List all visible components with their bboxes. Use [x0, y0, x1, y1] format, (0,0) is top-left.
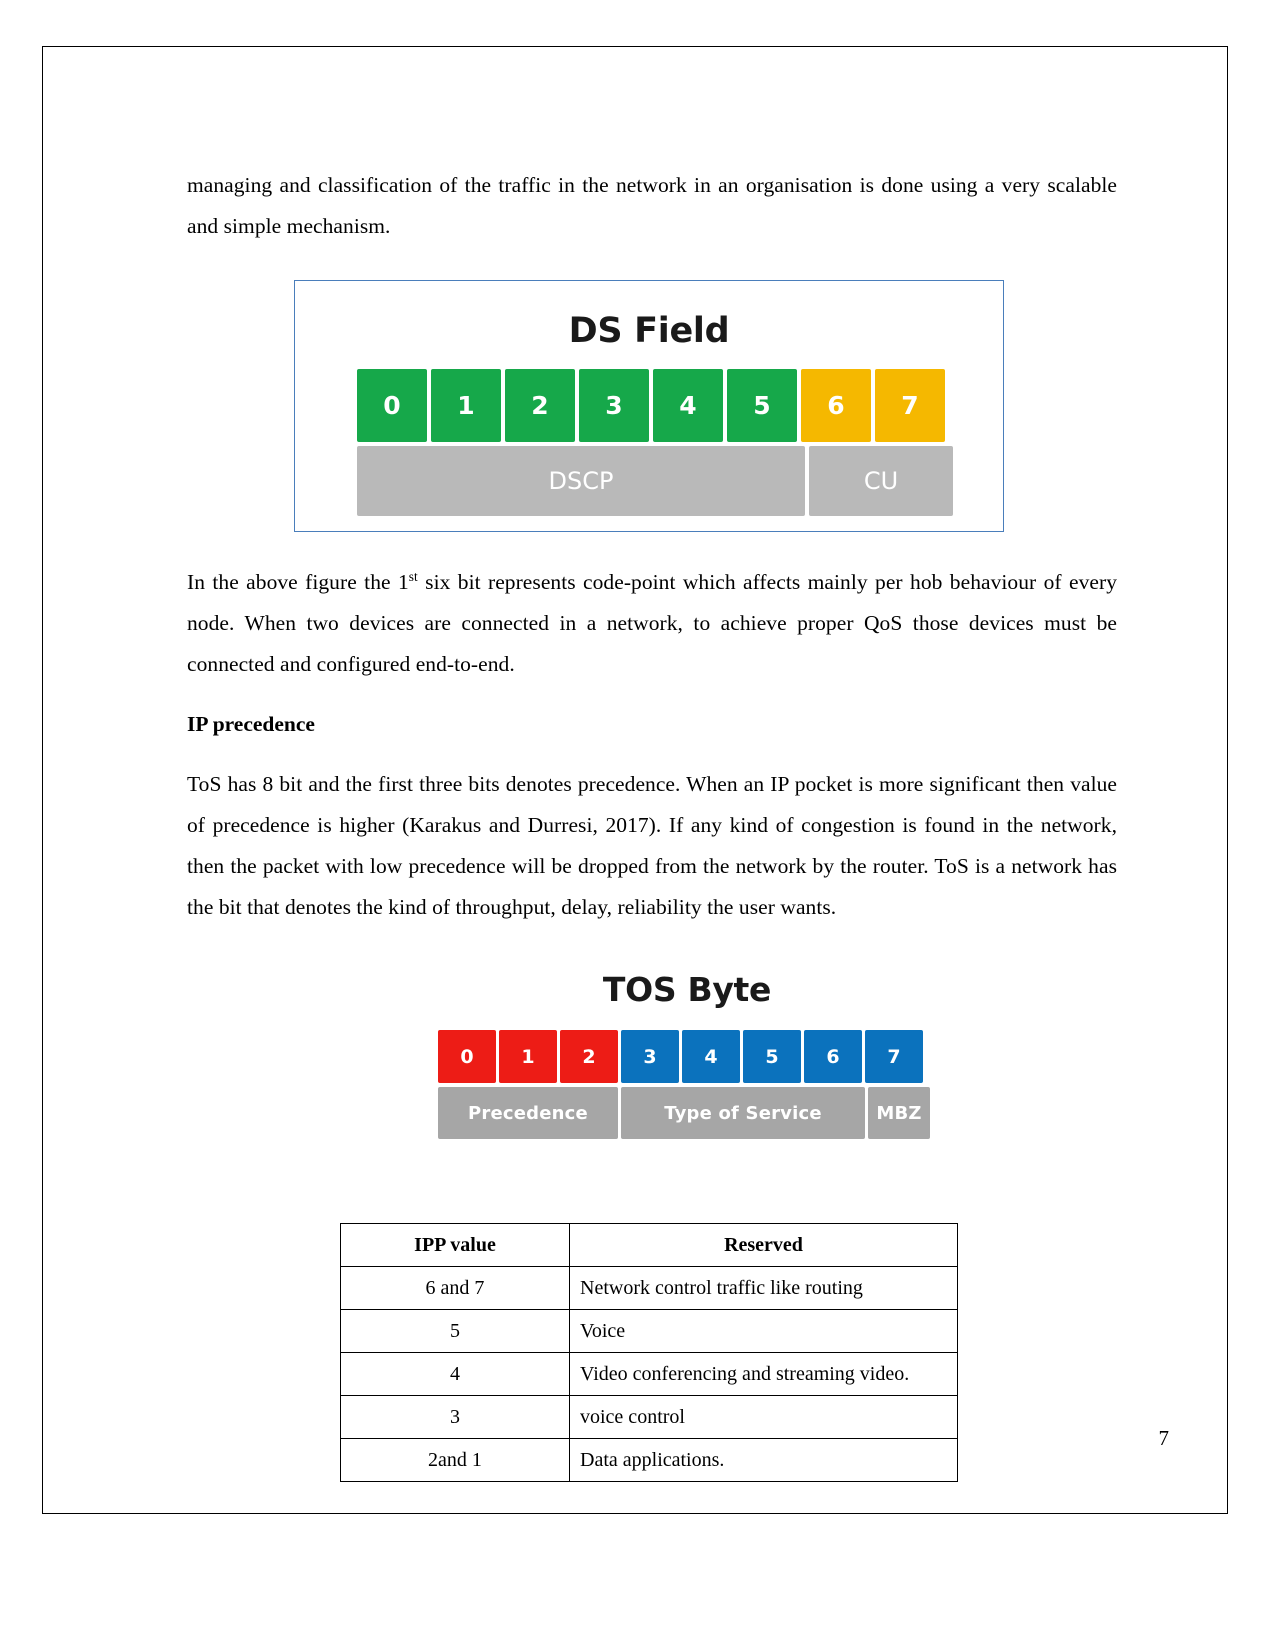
table-cell-reserved: Voice [569, 1309, 958, 1353]
table-cell-ipp-value: 6 and 7 [340, 1266, 570, 1310]
ds-field-bit-row: 0 1 2 3 4 5 6 7 [357, 369, 945, 442]
tos-bit-3: 3 [621, 1030, 679, 1083]
paragraph-intro: managing and classification of the traff… [187, 173, 1117, 238]
ds-bit-5: 5 [727, 369, 797, 442]
heading-ip-precedence: IP precedence [187, 712, 315, 736]
tos-bit-1: 1 [499, 1030, 557, 1083]
table-row: 2and 1 Data applications. [340, 1438, 958, 1482]
table-cell-reserved: Network control traffic like routing [569, 1266, 958, 1310]
table-cell-ipp-value: 4 [340, 1352, 570, 1396]
tos-byte-title: TOS Byte [602, 970, 772, 1009]
table-header-ipp-value: IPP value [340, 1223, 570, 1267]
paragraph-tos: ToS has 8 bit and the first three bits d… [187, 772, 1117, 919]
table-cell-ipp-value: 5 [340, 1309, 570, 1353]
paragraph-ds-pre: In the above figure the 1 [187, 570, 409, 594]
ds-bit-4: 4 [653, 369, 723, 442]
tos-label-mbz: MBZ [868, 1087, 930, 1139]
tos-bit-5: 5 [743, 1030, 801, 1083]
table-row: 4 Video conferencing and streaming video… [340, 1352, 958, 1396]
ds-bit-6: 6 [801, 369, 871, 442]
ordinal-superscript: st [408, 568, 418, 584]
tos-label-precedence: Precedence [438, 1087, 618, 1139]
tos-bit-2: 2 [560, 1030, 618, 1083]
ds-field-label-row: DSCP CU [357, 446, 953, 516]
tos-byte-figure: TOS Byte 0 1 2 3 4 5 6 7 Precedence Type… [427, 970, 947, 1175]
tos-bit-6: 6 [804, 1030, 862, 1083]
ds-bit-1: 1 [431, 369, 501, 442]
ds-field-label-dscp: DSCP [357, 446, 805, 516]
table-cell-ipp-value: 3 [340, 1395, 570, 1439]
ds-field-label-cu: CU [809, 446, 953, 516]
table-header-reserved: Reserved [569, 1223, 958, 1267]
ds-bit-2: 2 [505, 369, 575, 442]
ds-field-title: DS Field [568, 311, 730, 351]
table-header-row: IPP value Reserved [340, 1223, 958, 1267]
tos-bit-7: 7 [865, 1030, 923, 1083]
ds-bit-0: 0 [357, 369, 427, 442]
ds-field-figure: DS Field 0 1 2 3 4 5 6 7 DSCP CU [294, 280, 1004, 532]
page-content: managing and classification of the traff… [187, 165, 1117, 1482]
table-cell-reserved: Data applications. [569, 1438, 958, 1482]
ds-bit-3: 3 [579, 369, 649, 442]
tos-byte-bit-row: 0 1 2 3 4 5 6 7 [438, 1030, 923, 1083]
table-row: 5 Voice [340, 1309, 958, 1353]
table-row: 3 voice control [340, 1395, 958, 1439]
page-number: 7 [1158, 1426, 1170, 1450]
tos-byte-label-row: Precedence Type of Service MBZ [438, 1087, 930, 1139]
document-page: managing and classification of the traff… [42, 46, 1228, 1514]
tos-bit-4: 4 [682, 1030, 740, 1083]
tos-label-type-of-service: Type of Service [621, 1087, 865, 1139]
tos-bit-0: 0 [438, 1030, 496, 1083]
table-cell-reserved: voice control [569, 1395, 958, 1439]
paragraph-ds-explanation: In the above figure the 1st six bit repr… [187, 562, 1117, 685]
table-cell-ipp-value: 2and 1 [340, 1438, 570, 1482]
table-cell-reserved: Video conferencing and streaming video. [569, 1352, 958, 1396]
table-row: 6 and 7 Network control traffic like rou… [340, 1266, 958, 1310]
ds-bit-7: 7 [875, 369, 945, 442]
ipp-value-table: IPP value Reserved 6 and 7 Network contr… [340, 1223, 958, 1482]
